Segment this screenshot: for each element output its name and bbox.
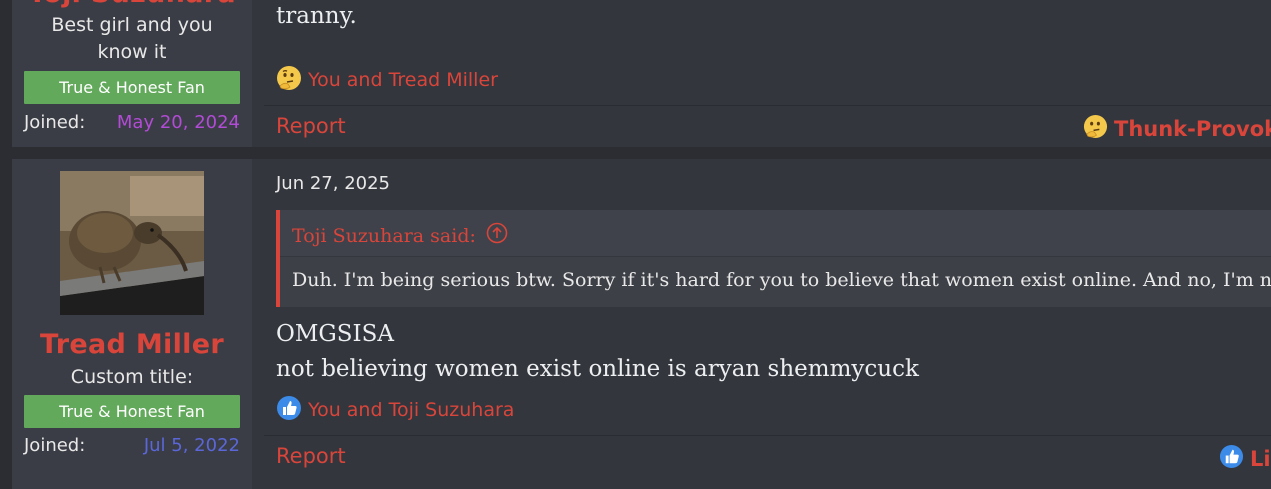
thumbs-up-icon [276, 395, 302, 426]
quote-text: Duh. I'm being serious btw. Sorry if it'… [292, 269, 1271, 291]
quote-author-label: Toji Suzuhara said: [292, 224, 476, 247]
reactions-bar[interactable]: You and Toji Suzuhara [276, 395, 515, 426]
username-link[interactable]: Toji Suzuhara [12, 0, 252, 9]
user-banner: True & Honest Fan [24, 71, 240, 104]
message-line: not believing women exist online is arya… [276, 356, 919, 382]
react-button[interactable]: Thunk-Provoking [1083, 114, 1271, 144]
post: Toji Suzuhara Best girl and you know it … [12, 0, 1271, 147]
message-line: OMGSISA [276, 321, 394, 347]
message-body: tranny. [276, 0, 357, 34]
joined-label: Joined: [24, 112, 86, 133]
report-link[interactable]: Report [276, 444, 346, 468]
joined-row: Joined: May 20, 2024 [24, 112, 240, 133]
message-content: Jun 27, 2025 Toji Suzuhara said: Duh. I'… [264, 159, 1271, 489]
reactions-text: You and Tread Miller [308, 69, 498, 91]
message-line: tranny. [276, 3, 357, 29]
arrow-up-circle-icon [486, 222, 508, 249]
quote-author-link[interactable]: Toji Suzuhara said: [292, 222, 508, 249]
react-button-label: Thunk-Provoking [1114, 117, 1271, 141]
joined-label: Joined: [24, 435, 86, 456]
react-button-label: Like [1250, 447, 1271, 471]
username-link[interactable]: Tread Miller [12, 329, 252, 360]
post: Tread Miller Custom title: True & Honest… [12, 159, 1271, 489]
message-body: OMGSISA not believing women exist online… [276, 317, 919, 387]
joined-date: May 20, 2024 [116, 112, 240, 133]
message-footer: Report Like [264, 435, 1271, 480]
user-title: Custom title: [70, 366, 194, 388]
reactions-bar[interactable]: You and Tread Miller [276, 65, 498, 96]
report-link[interactable]: Report [276, 114, 346, 138]
user-info-panel: Toji Suzuhara Best girl and you know it … [12, 0, 252, 147]
thinking-face-icon [276, 65, 302, 96]
message-content: tranny. You and Tread Miller Report Thun… [264, 0, 1271, 147]
thumbs-up-icon [1219, 444, 1244, 474]
react-button[interactable]: Like [1219, 444, 1271, 474]
quote-block: Toji Suzuhara said: Duh. I'm being serio… [276, 210, 1271, 307]
reactions-text: You and Toji Suzuhara [308, 399, 515, 421]
joined-date: Jul 5, 2022 [143, 435, 240, 456]
user-info-panel: Tread Miller Custom title: True & Honest… [12, 159, 252, 489]
joined-row: Joined: Jul 5, 2022 [24, 435, 240, 456]
user-title: Best girl and you know it [51, 14, 213, 63]
quote-header: Toji Suzuhara said: [280, 210, 1271, 257]
message-footer: Report Thunk-Provoking [264, 105, 1271, 150]
user-banner: True & Honest Fan [24, 395, 240, 428]
post-date-link[interactable]: Jun 27, 2025 [276, 173, 390, 194]
avatar[interactable] [60, 171, 204, 315]
thinking-face-icon [1083, 114, 1108, 144]
